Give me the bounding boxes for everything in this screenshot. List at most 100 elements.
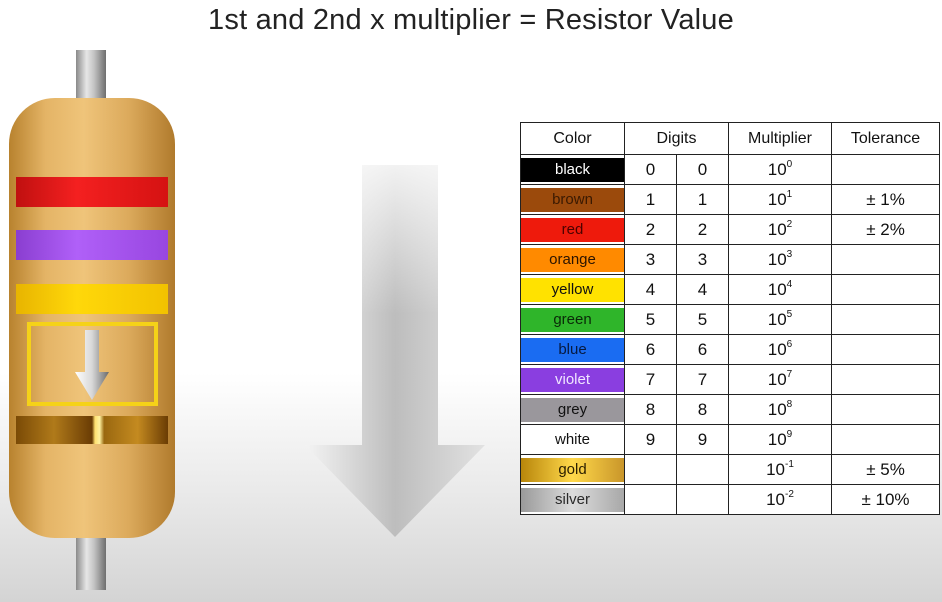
header-color: Color	[520, 122, 625, 155]
multiplier-exponent: 3	[786, 249, 793, 260]
tolerance-cell	[831, 394, 940, 425]
multiplier-base: 10	[767, 430, 787, 449]
multiplier-exponent: -2	[785, 489, 794, 500]
multiplier-cell: 102	[728, 214, 832, 245]
digit-2-cell: 3	[676, 244, 729, 275]
tolerance-cell: ± 1%	[831, 184, 940, 215]
multiplier-exponent: 7	[786, 369, 793, 380]
table-row: grey 8 8 108	[520, 394, 940, 425]
tolerance-cell	[831, 304, 940, 335]
header-digits: Digits	[624, 122, 729, 155]
table-row: green 5 5 105	[520, 304, 940, 335]
table-row: blue 6 6 106	[520, 334, 940, 365]
table-row: red 2 2 102 ± 2%	[520, 214, 940, 245]
color-swatch: yellow	[521, 277, 624, 302]
multiplier-cell: 10-2	[728, 484, 832, 515]
multiplier-cell: 104	[728, 274, 832, 305]
multiplier-base: 10	[766, 460, 785, 479]
color-cell: blue	[520, 334, 625, 365]
color-swatch: silver	[521, 487, 624, 512]
tolerance-cell	[831, 334, 940, 365]
multiplier-cell: 103	[728, 244, 832, 275]
digit-2-cell: 1	[676, 184, 729, 215]
tolerance-cell	[831, 274, 940, 305]
multiplier-base: 10	[767, 370, 787, 389]
multiplier-base: 10	[767, 310, 787, 329]
multiplier-cell: 108	[728, 394, 832, 425]
header-multiplier: Multiplier	[728, 122, 832, 155]
color-cell: brown	[520, 184, 625, 215]
table-header-row: Color Digits Multiplier Tolerance	[520, 122, 940, 155]
resistor-band-second-digit	[16, 230, 168, 260]
resistor-body	[9, 98, 175, 538]
big-down-arrow-icon	[305, 165, 485, 537]
table-row: gold 10-1 ± 5%	[520, 454, 940, 485]
multiplier-cell: 105	[728, 304, 832, 335]
multiplier-cell: 107	[728, 364, 832, 395]
digit-1-cell: 3	[624, 244, 677, 275]
digit-2-cell	[676, 454, 729, 485]
multiplier-base: 10	[767, 400, 787, 419]
header-tolerance: Tolerance	[831, 122, 940, 155]
color-cell: gold	[520, 454, 625, 485]
multiplier-base: 10	[767, 280, 787, 299]
color-swatch: orange	[521, 247, 624, 272]
tolerance-cell	[831, 364, 940, 395]
multiplier-base: 10	[767, 190, 787, 209]
table-row: silver 10-2 ± 10%	[520, 484, 940, 515]
digit-1-cell	[624, 454, 677, 485]
digit-2-cell: 6	[676, 334, 729, 365]
multiplier-base: 10	[767, 220, 787, 239]
digit-2-cell: 7	[676, 364, 729, 395]
color-swatch: violet	[521, 367, 624, 392]
multiplier-cell: 106	[728, 334, 832, 365]
color-cell: green	[520, 304, 625, 335]
resistor-lead-bottom	[76, 530, 106, 590]
color-code-table: Color Digits Multiplier Tolerance black 0…	[520, 122, 940, 515]
multiplier-base: 10	[767, 250, 787, 269]
multiplier-base: 10	[766, 490, 785, 509]
multiplier-exponent: 1	[786, 189, 793, 200]
color-swatch: blue	[521, 337, 624, 362]
tolerance-cell	[831, 154, 940, 185]
tolerance-cell: ± 10%	[831, 484, 940, 515]
multiplier-exponent: 0	[786, 159, 793, 170]
table-row: orange 3 3 103	[520, 244, 940, 275]
multiplier-exponent: 2	[786, 219, 793, 230]
digit-1-cell: 0	[624, 154, 677, 185]
multiplier-exponent: -1	[785, 459, 794, 470]
digit-2-cell: 8	[676, 394, 729, 425]
multiplier-base: 10	[767, 340, 787, 359]
multiplier-base: 10	[767, 160, 787, 179]
digit-2-cell	[676, 484, 729, 515]
digit-2-cell: 5	[676, 304, 729, 335]
color-cell: white	[520, 424, 625, 455]
digit-1-cell: 6	[624, 334, 677, 365]
color-cell: violet	[520, 364, 625, 395]
color-cell: orange	[520, 244, 625, 275]
digit-1-cell	[624, 484, 677, 515]
color-cell: yellow	[520, 274, 625, 305]
color-swatch: green	[521, 307, 624, 332]
color-cell: black	[520, 154, 625, 185]
digit-1-cell: 2	[624, 214, 677, 245]
color-swatch: white	[521, 427, 624, 452]
tolerance-cell: ± 5%	[831, 454, 940, 485]
tolerance-cell	[831, 244, 940, 275]
digit-1-cell: 4	[624, 274, 677, 305]
multiplier-exponent: 4	[786, 279, 793, 290]
down-arrow-icon	[75, 330, 109, 400]
table-row: white 9 9 109	[520, 424, 940, 455]
digit-1-cell: 7	[624, 364, 677, 395]
color-swatch: grey	[521, 397, 624, 422]
multiplier-exponent: 9	[786, 429, 793, 440]
color-cell: silver	[520, 484, 625, 515]
table-row: violet 7 7 107	[520, 364, 940, 395]
multiplier-exponent: 8	[786, 399, 793, 410]
multiplier-exponent: 6	[786, 339, 793, 350]
digit-2-cell: 4	[676, 274, 729, 305]
multiplier-cell: 10-1	[728, 454, 832, 485]
digit-2-cell: 9	[676, 424, 729, 455]
digit-1-cell: 1	[624, 184, 677, 215]
multiplier-cell: 101	[728, 184, 832, 215]
